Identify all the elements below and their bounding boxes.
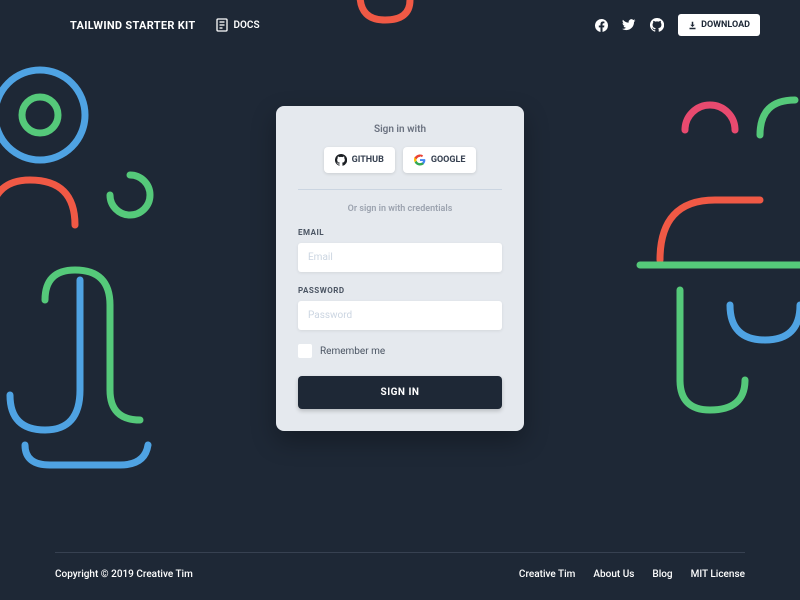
docs-icon	[216, 18, 228, 32]
footer-link-creative-tim[interactable]: Creative Tim	[519, 569, 575, 580]
remember-label: Remember me	[320, 346, 385, 357]
nav-right: DOWNLOAD	[595, 14, 760, 36]
signin-button[interactable]: SIGN IN	[298, 376, 502, 409]
copyright-text: Copyright © 2019 Creative Tim	[55, 569, 193, 580]
github-login-button[interactable]: GITHUB	[324, 147, 395, 173]
top-nav: TAILWIND STARTER KIT DOCS DOWNLOAD	[0, 0, 800, 36]
github-btn-label: GITHUB	[352, 155, 384, 165]
footer: Copyright © 2019 Creative Tim Creative T…	[0, 552, 800, 600]
google-icon	[414, 154, 426, 166]
card-divider	[298, 189, 502, 190]
remember-checkbox[interactable]	[298, 344, 312, 358]
remember-row: Remember me	[298, 344, 502, 358]
google-btn-label: GOOGLE	[431, 155, 466, 165]
docs-label: DOCS	[234, 20, 260, 31]
footer-link-license[interactable]: MIT License	[691, 569, 745, 580]
footer-link-blog[interactable]: Blog	[652, 569, 672, 580]
download-label: DOWNLOAD	[701, 20, 750, 30]
brand-title[interactable]: TAILWIND STARTER KIT	[70, 19, 196, 32]
download-icon	[688, 21, 697, 30]
footer-row: Copyright © 2019 Creative Tim Creative T…	[55, 569, 745, 580]
github-icon[interactable]	[650, 18, 664, 32]
google-login-button[interactable]: GOOGLE	[403, 147, 477, 173]
footer-links: Creative Tim About Us Blog MIT License	[519, 569, 745, 580]
or-credentials-label: Or sign in with credentials	[298, 204, 502, 214]
download-button[interactable]: DOWNLOAD	[678, 14, 760, 36]
footer-divider	[55, 552, 745, 553]
social-login-row: GITHUB GOOGLE	[298, 147, 502, 173]
password-field[interactable]	[298, 301, 502, 330]
signin-with-label: Sign in with	[298, 124, 502, 135]
email-field[interactable]	[298, 243, 502, 272]
docs-link[interactable]: DOCS	[216, 18, 260, 32]
github-small-icon	[335, 154, 347, 166]
login-card: Sign in with GITHUB GOOGLE Or sign in wi…	[276, 106, 524, 431]
email-label: EMAIL	[298, 228, 502, 237]
twitter-icon[interactable]	[622, 19, 636, 31]
password-label: PASSWORD	[298, 286, 502, 295]
footer-link-about[interactable]: About Us	[593, 569, 634, 580]
facebook-icon[interactable]	[595, 19, 608, 32]
nav-left: TAILWIND STARTER KIT DOCS	[70, 18, 260, 32]
